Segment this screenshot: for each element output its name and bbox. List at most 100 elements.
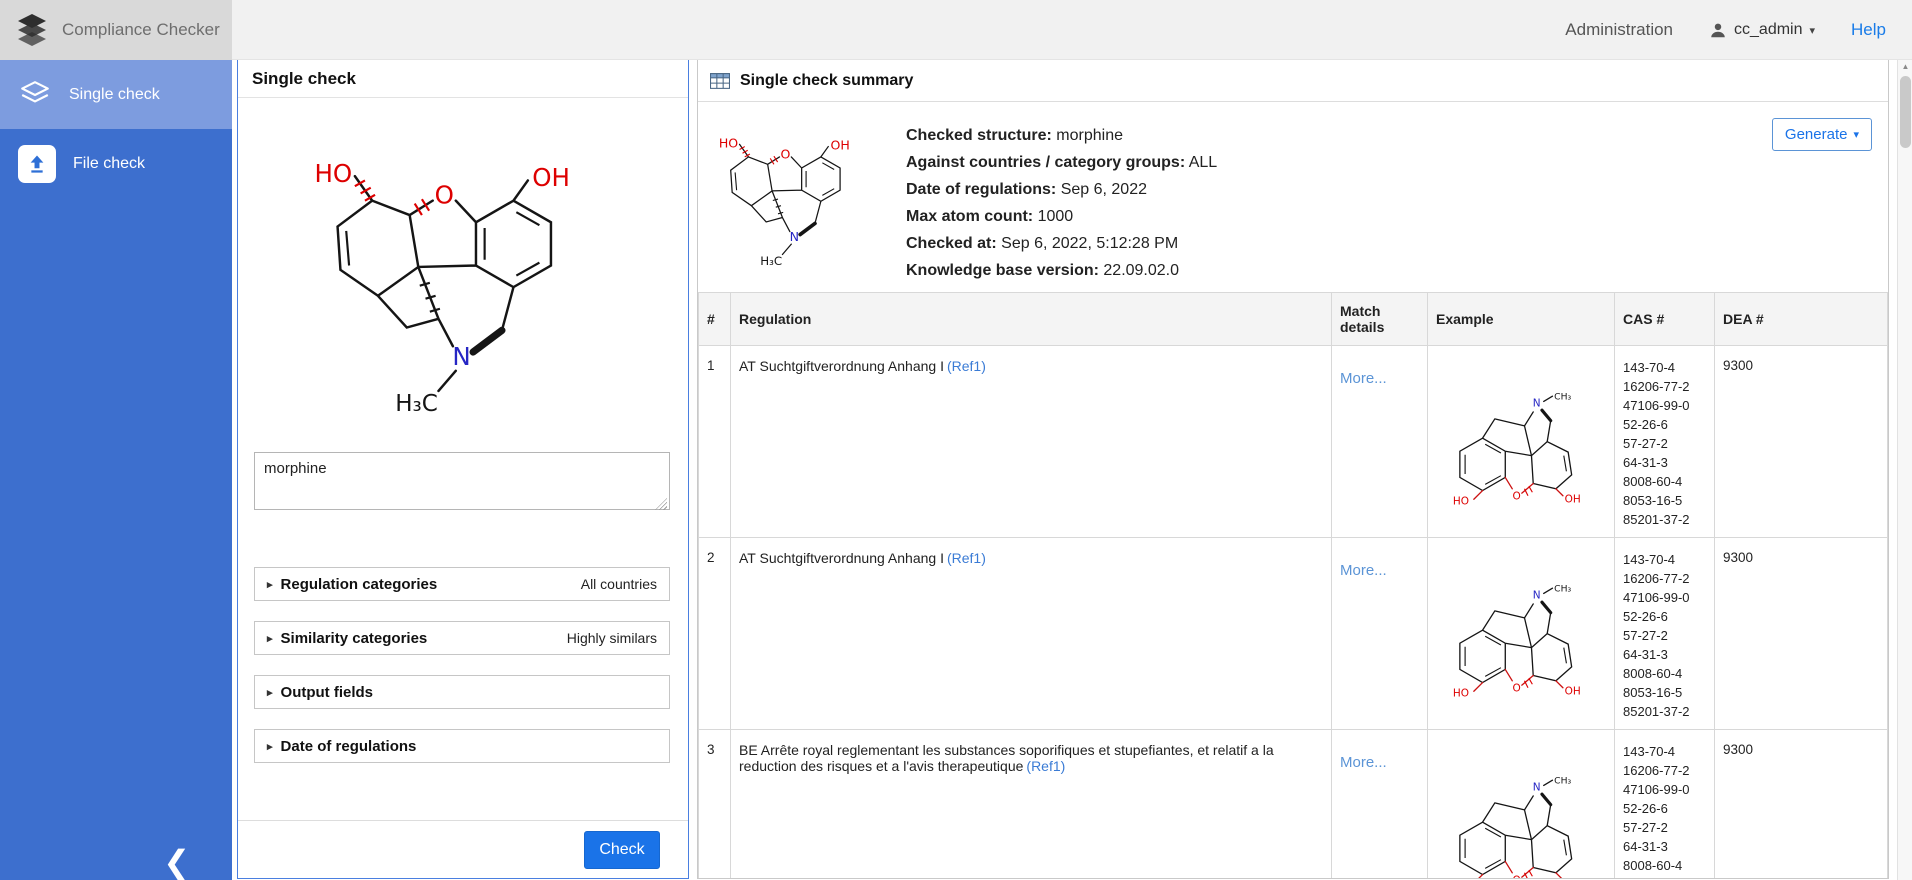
example-structure xyxy=(1451,377,1591,508)
dea-cell: 9300 xyxy=(1715,346,1888,538)
option-value: Highly similars xyxy=(567,630,657,646)
user-menu[interactable]: cc_admin ▾ xyxy=(1709,21,1815,39)
more-link[interactable]: More... xyxy=(1340,562,1387,579)
app-title: Compliance Checker xyxy=(62,20,220,40)
match-details-cell: More... xyxy=(1332,538,1428,730)
more-link[interactable]: More... xyxy=(1340,370,1387,387)
page: OH O HO N H₃C HO O OH N CH₃ xyxy=(0,0,1912,880)
collapse-sidebar-chevron-icon[interactable]: ❮ xyxy=(163,846,190,878)
summary-header: Single check summary xyxy=(698,60,1888,102)
regulation-text: BE Arrête royal reglementant les substan… xyxy=(739,742,1274,774)
col-header-num: # xyxy=(699,293,731,346)
administration-link[interactable]: Administration xyxy=(1565,20,1673,40)
ref-link[interactable]: (Ref1) xyxy=(947,358,986,374)
user-icon xyxy=(1709,21,1727,39)
check-button[interactable]: Check xyxy=(584,831,660,869)
regulation-text: AT Suchtgiftverordnung Anhang I xyxy=(739,550,944,566)
row-number: 2 xyxy=(699,538,731,730)
expand-arrow-icon: ▸ xyxy=(267,578,273,591)
app-logo-icon xyxy=(14,11,50,49)
scrollbar-thumb[interactable] xyxy=(1900,76,1911,148)
col-header-example: Example xyxy=(1428,293,1615,346)
example-cell xyxy=(1428,730,1615,880)
summary-field: Checked at: Sep 6, 2022, 5:12:28 PM xyxy=(906,230,1217,257)
caret-down-icon: ▾ xyxy=(1853,128,1859,141)
summary-field: Max atom count: 1000 xyxy=(906,203,1217,230)
table-row: 2 AT Suchtgiftverordnung Anhang I(Ref1) … xyxy=(699,538,1888,730)
structure-name-input[interactable]: morphine xyxy=(254,452,670,510)
single-check-panel: Single check morphine ▸ Regulation categ… xyxy=(237,59,689,879)
single-check-summary-panel: Single check summary Checked structure: … xyxy=(697,59,1889,879)
option-label: Date of regulations xyxy=(281,738,417,755)
match-details-cell: More... xyxy=(1332,346,1428,538)
summary-title: Single check summary xyxy=(740,72,913,90)
example-cell xyxy=(1428,346,1615,538)
structure-input-wrap: morphine xyxy=(254,452,670,515)
option-value: All countries xyxy=(581,576,657,592)
similarity-categories-section[interactable]: ▸ Similarity categories Highly similars xyxy=(254,621,670,655)
expand-arrow-icon: ▸ xyxy=(267,632,273,645)
dea-cell: 9300 xyxy=(1715,730,1888,880)
output-fields-section[interactable]: ▸ Output fields xyxy=(254,675,670,709)
dea-cell: 9300 xyxy=(1715,538,1888,730)
sidebar-item-single-check[interactable]: Single check xyxy=(0,60,232,129)
results-table: # Regulation Match details Example CAS #… xyxy=(698,292,1888,879)
help-link[interactable]: Help xyxy=(1851,20,1886,40)
generate-button[interactable]: Generate ▾ xyxy=(1772,118,1872,151)
row-number: 1 xyxy=(699,346,731,538)
table-row: 3 BE Arrête royal reglementant les subst… xyxy=(699,730,1888,880)
sidebar-item-label: File check xyxy=(73,155,145,173)
sidebar-item-label: Single check xyxy=(69,86,160,104)
summary-field: Checked structure: morphine xyxy=(906,122,1217,149)
morphine-structure-drawing xyxy=(297,117,629,427)
col-header-regulation: Regulation xyxy=(731,293,1332,346)
summary-fields: Checked structure: morphine Against coun… xyxy=(906,114,1217,284)
col-header-dea: DEA # xyxy=(1715,293,1888,346)
ref-link[interactable]: (Ref1) xyxy=(1026,758,1065,774)
panel-title: Single check xyxy=(238,60,688,98)
expand-arrow-icon: ▸ xyxy=(267,740,273,753)
form-footer: Check xyxy=(238,820,688,878)
username: cc_admin xyxy=(1734,21,1802,39)
expand-arrow-icon: ▸ xyxy=(267,686,273,699)
caret-down-icon: ▾ xyxy=(1810,24,1816,37)
summary-table-icon xyxy=(710,73,730,89)
summary-field: Knowledge base version: 22.09.02.0 xyxy=(906,257,1217,284)
sidebar: Single check File check ❮ xyxy=(0,60,232,880)
cas-cell: 143-70-416206-77-247106-99-052-26-657-27… xyxy=(1615,538,1715,730)
top-bar: Compliance Checker Administration cc_adm… xyxy=(0,0,1912,60)
table-row: 1 AT Suchtgiftverordnung Anhang I(Ref1) … xyxy=(699,346,1888,538)
summary-field: Date of regulations: Sep 6, 2022 xyxy=(906,176,1217,203)
regulation-text: AT Suchtgiftverordnung Anhang I xyxy=(739,358,944,374)
checked-structure-thumbnail xyxy=(710,114,880,273)
match-details-cell: More... xyxy=(1332,730,1428,880)
option-label: Similarity categories xyxy=(281,630,428,647)
cas-cell: 143-70-416206-77-247106-99-052-26-657-27… xyxy=(1615,730,1715,880)
options-list: ▸ Regulation categories All countries ▸ … xyxy=(238,567,688,763)
regulation-categories-section[interactable]: ▸ Regulation categories All countries xyxy=(254,567,670,601)
summary-info: Checked structure: morphine Against coun… xyxy=(698,102,1888,292)
more-link[interactable]: More... xyxy=(1340,754,1387,771)
regulation-cell: AT Suchtgiftverordnung Anhang I(Ref1) xyxy=(731,346,1332,538)
sidebar-item-file-check[interactable]: File check xyxy=(0,129,232,198)
option-label: Regulation categories xyxy=(281,576,438,593)
regulation-cell: AT Suchtgiftverordnung Anhang I(Ref1) xyxy=(731,538,1332,730)
page-scrollbar[interactable]: ▲ xyxy=(1897,60,1912,880)
summary-field: Against countries / category groups: ALL xyxy=(906,149,1217,176)
col-header-cas: CAS # xyxy=(1615,293,1715,346)
row-number: 3 xyxy=(699,730,731,880)
regulation-cell: BE Arrête royal reglementant les substan… xyxy=(731,730,1332,880)
ref-link[interactable]: (Ref1) xyxy=(947,550,986,566)
option-label: Output fields xyxy=(281,684,374,701)
cas-cell: 143-70-416206-77-247106-99-052-26-657-27… xyxy=(1615,346,1715,538)
single-check-icon xyxy=(18,79,52,111)
structure-editor-canvas[interactable] xyxy=(238,98,688,446)
date-of-regulations-section[interactable]: ▸ Date of regulations xyxy=(254,729,670,763)
top-nav: Administration cc_admin ▾ Help xyxy=(1565,0,1886,60)
file-check-icon xyxy=(18,145,56,183)
example-cell xyxy=(1428,538,1615,730)
example-structure xyxy=(1451,569,1591,700)
example-structure xyxy=(1451,761,1591,880)
scrollbar-up-arrow-icon[interactable]: ▲ xyxy=(1898,60,1912,74)
results-header-row: # Regulation Match details Example CAS #… xyxy=(699,293,1888,346)
